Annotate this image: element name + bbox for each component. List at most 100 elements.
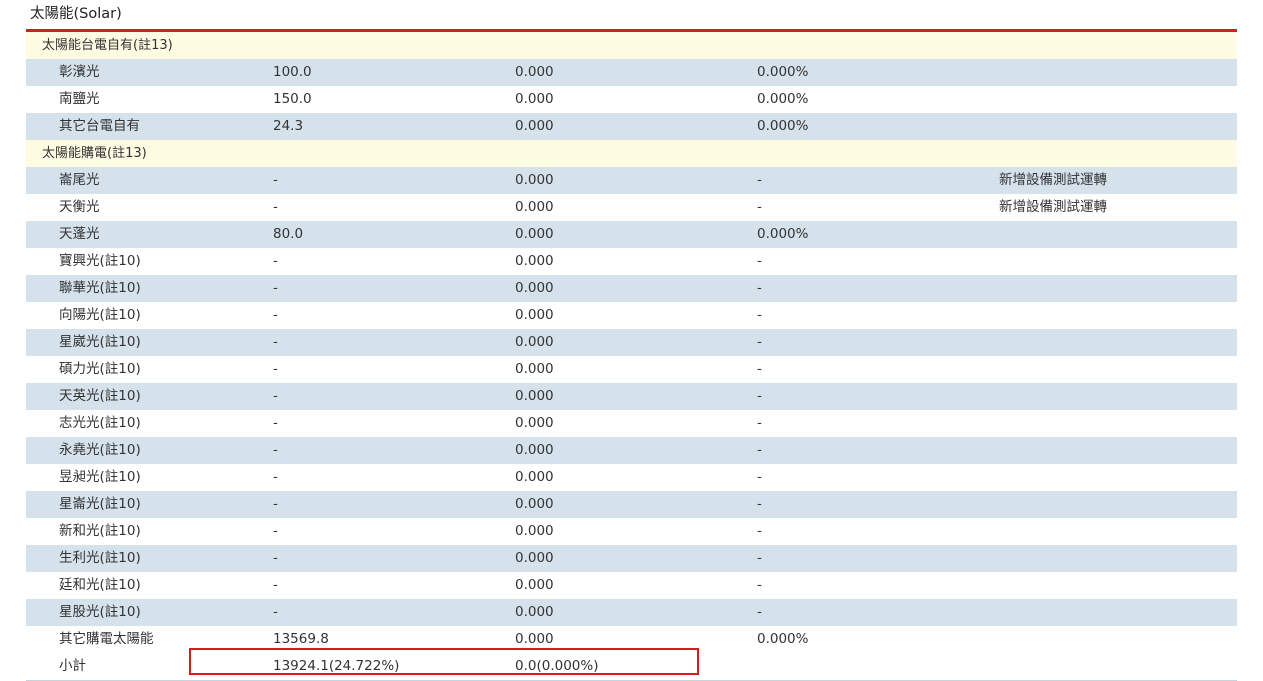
capacity-value: - [273, 361, 278, 377]
generation-value: 0.000 [515, 442, 554, 458]
percent-value: - [757, 550, 762, 566]
unit-name: 天衡光 [59, 199, 100, 215]
percent-value: 0.000% [757, 64, 809, 80]
generation-value: 0.000 [515, 361, 554, 377]
subtotal-capacity: 13924.1(24.722%) [273, 658, 400, 674]
table-row: 寶興光(註10) - 0.000 - [26, 248, 1237, 275]
capacity-value: - [273, 334, 278, 350]
capacity-value: - [273, 388, 278, 404]
percent-value: - [757, 496, 762, 512]
unit-name: 生利光(註10) [59, 550, 141, 566]
percent-value: - [757, 388, 762, 404]
generation-value: 0.000 [515, 523, 554, 539]
table-row: 廷和光(註10) - 0.000 - [26, 572, 1237, 599]
table-row: 生利光(註10) - 0.000 - [26, 545, 1237, 572]
table-row: 新和光(註10) - 0.000 - [26, 518, 1237, 545]
percent-value: - [757, 172, 762, 188]
table-row: 星崴光(註10) - 0.000 - [26, 329, 1237, 356]
capacity-value: - [273, 523, 278, 539]
generation-value: 0.000 [515, 118, 554, 134]
group-header: 太陽能台電自有(註13) [26, 32, 1237, 59]
percent-value: - [757, 469, 762, 485]
capacity-value: - [273, 604, 278, 620]
capacity-value: - [273, 550, 278, 566]
capacity-value: 150.0 [273, 91, 312, 107]
generation-value: 0.000 [515, 469, 554, 485]
table-row: 昱昶光(註10) - 0.000 - [26, 464, 1237, 491]
capacity-value: 24.3 [273, 118, 304, 134]
note-text: 新增設備測試運轉 [999, 199, 1107, 215]
generation-value: 0.000 [515, 577, 554, 593]
unit-name: 向陽光(註10) [59, 307, 141, 323]
capacity-value: 100.0 [273, 64, 312, 80]
percent-value: - [757, 253, 762, 269]
table-row: 聯華光(註10) - 0.000 - [26, 275, 1237, 302]
table-row: 天衡光 - 0.000 - 新增設備測試運轉 [26, 194, 1237, 221]
unit-name: 星崙光(註10) [59, 496, 141, 512]
capacity-value: - [273, 415, 278, 431]
percent-value: - [757, 442, 762, 458]
capacity-value: - [273, 172, 278, 188]
capacity-value: - [273, 280, 278, 296]
generation-value: 0.000 [515, 280, 554, 296]
table-row: 志光光(註10) - 0.000 - [26, 410, 1237, 437]
note-text: 新增設備測試運轉 [999, 172, 1107, 188]
generation-value: 0.000 [515, 253, 554, 269]
capacity-value: - [273, 253, 278, 269]
percent-value: - [757, 415, 762, 431]
percent-value: - [757, 577, 762, 593]
table-row: 天英光(註10) - 0.000 - [26, 383, 1237, 410]
table-row: 天蓬光 80.0 0.000 0.000% [26, 221, 1237, 248]
unit-name: 碩力光(註10) [59, 361, 141, 377]
unit-name: 天蓬光 [59, 226, 100, 242]
unit-name: 星崴光(註10) [59, 334, 141, 350]
generation-value: 0.000 [515, 307, 554, 323]
percent-value: 0.000% [757, 91, 809, 107]
capacity-value: - [273, 577, 278, 593]
capacity-value: - [273, 469, 278, 485]
percent-value: - [757, 280, 762, 296]
generation-value: 0.000 [515, 388, 554, 404]
table-row: 其它台電自有 24.3 0.000 0.000% [26, 113, 1237, 140]
percent-value: - [757, 523, 762, 539]
percent-value: - [757, 307, 762, 323]
percent-value: - [757, 199, 762, 215]
generation-value: 0.000 [515, 91, 554, 107]
unit-name: 崙尾光 [59, 172, 100, 188]
capacity-value: - [273, 199, 278, 215]
generation-value: 0.000 [515, 199, 554, 215]
table-row: 彰濱光 100.0 0.000 0.000% [26, 59, 1237, 86]
group-header: 太陽能購電(註13) [26, 140, 1237, 167]
subtotal-label: 小計 [59, 658, 86, 674]
table-body: 太陽能台電自有(註13) 彰濱光 100.0 0.000 0.000% 南鹽光 150.0 0… [26, 32, 1237, 681]
table-row: 崙尾光 - 0.000 - 新增設備測試運轉 [26, 167, 1237, 194]
unit-name: 志光光(註10) [59, 415, 141, 431]
percent-value: 0.000% [757, 631, 809, 647]
percent-value: - [757, 334, 762, 350]
generation-value: 0.000 [515, 172, 554, 188]
capacity-value: - [273, 307, 278, 323]
unit-name: 彰濱光 [59, 64, 100, 80]
table-row: 永堯光(註10) - 0.000 - [26, 437, 1237, 464]
table-row: 南鹽光 150.0 0.000 0.000% [26, 86, 1237, 113]
unit-name: 南鹽光 [59, 91, 100, 107]
unit-name: 聯華光(註10) [59, 280, 141, 296]
unit-name: 昱昶光(註10) [59, 469, 141, 485]
generation-value: 0.000 [515, 496, 554, 512]
unit-name: 其它台電自有 [59, 118, 140, 134]
table-row: 星崙光(註10) - 0.000 - [26, 491, 1237, 518]
table-row: 碩力光(註10) - 0.000 - [26, 356, 1237, 383]
subtotal-generation: 0.0(0.000%) [515, 658, 599, 674]
table-row: 向陽光(註10) - 0.000 - [26, 302, 1237, 329]
generation-value: 0.000 [515, 334, 554, 350]
generation-value: 0.000 [515, 604, 554, 620]
generation-value: 0.000 [515, 64, 554, 80]
capacity-value: 80.0 [273, 226, 304, 242]
percent-value: - [757, 361, 762, 377]
generation-value: 0.000 [515, 226, 554, 242]
section-title: 太陽能(Solar) [26, 0, 1237, 32]
percent-value: - [757, 604, 762, 620]
capacity-value: 13569.8 [273, 631, 329, 647]
unit-name: 其它購電太陽能 [59, 631, 154, 647]
generation-value: 0.000 [515, 415, 554, 431]
